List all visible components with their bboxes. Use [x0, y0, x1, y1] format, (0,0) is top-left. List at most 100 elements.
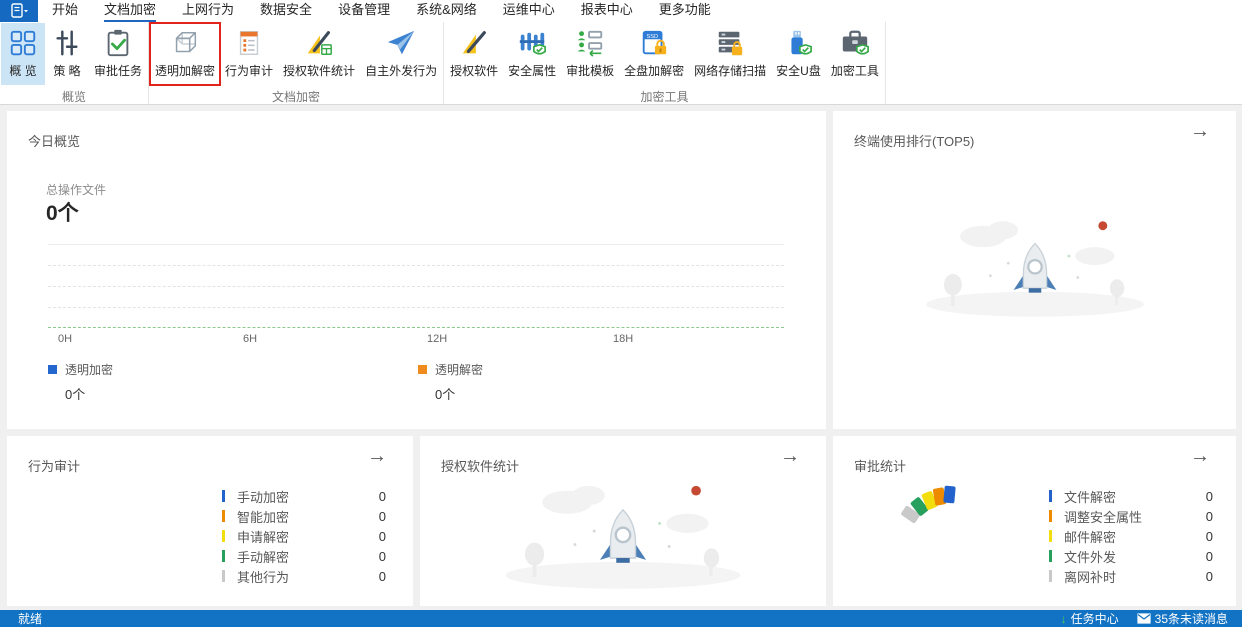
ribbon-button-encryption-tools[interactable]: 加密工具 [826, 23, 884, 85]
ribbon-button-label: 授权软件统计 [283, 62, 355, 79]
ribbon-button-behavior-audit[interactable]: 行为审计 [220, 23, 278, 85]
sliders-icon [50, 26, 84, 60]
svg-text:SSD: SSD [647, 34, 659, 40]
usb-shield-icon [781, 26, 815, 60]
ribbon-button-licensed-software[interactable]: 授权软件 [445, 23, 503, 85]
app-menu-button[interactable] [0, 0, 38, 22]
ribbon-button-secure-usb[interactable]: 安全U盘 [771, 23, 826, 85]
ribbon-button-label: 审批模板 [566, 62, 614, 79]
ribbon-button-approval-tasks[interactable]: 审批任务 [89, 23, 147, 85]
template-list-icon [573, 26, 607, 60]
ribbon-button-approval-template[interactable]: 审批模板 [561, 23, 619, 85]
ribbon-button-self-outgoing-behavior[interactable]: 自主外发行为 [360, 23, 442, 85]
ribbon-button-label: 加密工具 [831, 62, 879, 79]
ribbon-button-transparent-encryption[interactable]: 透明加解密 [150, 23, 220, 85]
x-tick: 6H [243, 333, 257, 345]
ribbon-button-label: 审批任务 [94, 62, 142, 79]
ssd-lock-icon: SSD [637, 26, 671, 60]
legend-transparent-decrypt: 透明解密 0个 [418, 361, 483, 403]
grid-icon [6, 26, 40, 60]
ribbon-button-label: 网络存储扫描 [694, 62, 766, 79]
legend-row: 文件解密0 [1049, 486, 1213, 506]
pencil-ruler-icon [457, 26, 491, 60]
total-files-label: 总操作文件 [46, 181, 106, 198]
ribbon-button-label: 安全U盘 [776, 62, 821, 79]
rocket-empty-state-illustration [919, 209, 1151, 321]
ribbon-button-label: 行为审计 [225, 62, 273, 79]
ribbon-group-label: 文档加密 [150, 85, 442, 108]
legend-row: 文件外发0 [1049, 546, 1213, 566]
ribbon-button-overview[interactable]: 概 览 [1, 23, 45, 85]
arrow-right-icon[interactable]: → [1190, 121, 1210, 141]
tab-start[interactable]: 开始 [52, 0, 78, 22]
ribbon-group-label: 概览 [1, 85, 147, 108]
ribbon-button-security-attributes[interactable]: 安全属性 [503, 23, 561, 85]
ribbon-group-encryption-tools: 授权软件 安全属性 [444, 22, 886, 104]
envelope-icon [1137, 613, 1151, 624]
audit-doc-icon [232, 26, 266, 60]
legend-value: 0个 [435, 384, 483, 403]
task-center-button[interactable]: ↓ 任务中心 [1055, 610, 1125, 627]
panel-approval-stats: 审批统计 → 文件解密0 调整安全属性0 邮件解密0 文件外发0 离网补时0 [833, 436, 1236, 606]
panel-title: 今日概览 [28, 131, 80, 150]
download-arrow-icon: ↓ [1061, 612, 1067, 626]
ribbon-button-label: 全盘加解密 [624, 62, 684, 79]
behavior-audit-legend: 手动加密0 智能加密0 申请解密0 手动解密0 其他行为0 [222, 486, 386, 586]
tab-device-management[interactable]: 设备管理 [338, 0, 390, 22]
panel-title: 审批统计 [854, 456, 906, 475]
panel-licensed-software-stats: 授权软件统计 → [420, 436, 826, 606]
tab-report-center[interactable]: 报表中心 [581, 0, 633, 22]
legend-row: 邮件解密0 [1049, 526, 1213, 546]
ribbon-toolbar: 概 览 策 略 [0, 22, 1242, 105]
panel-title: 行为审计 [28, 456, 80, 475]
ribbon-button-label: 安全属性 [508, 62, 556, 79]
legend-row: 手动解密0 [222, 546, 386, 566]
ribbon-button-label: 授权软件 [450, 62, 498, 79]
arrow-right-icon[interactable]: → [1190, 446, 1210, 466]
journal-icon [9, 3, 29, 19]
tab-ops-center[interactable]: 运维中心 [503, 0, 555, 22]
ribbon-button-network-storage-scan[interactable]: 网络存储扫描 [689, 23, 771, 85]
ribbon-button-label: 策 略 [53, 62, 80, 79]
legend-row: 其他行为0 [222, 566, 386, 586]
tab-doc-encryption[interactable]: 文档加密 [104, 0, 156, 22]
chart-baseline [48, 327, 784, 328]
tab-system-network[interactable]: 系统&网络 [416, 0, 477, 22]
x-tick: 18H [613, 333, 633, 345]
legend-transparent-encrypt: 透明加密 0个 [48, 361, 113, 403]
approval-stats-legend: 文件解密0 调整安全属性0 邮件解密0 文件外发0 离网补时0 [1049, 486, 1213, 586]
x-tick: 0H [58, 333, 72, 345]
panel-terminal-ranking: 终端使用排行(TOP5) → [833, 111, 1236, 429]
total-files-value: 0个 [46, 197, 79, 227]
panel-title: 终端使用排行(TOP5) [854, 131, 974, 150]
pencil-ruler-icon [302, 26, 336, 60]
ribbon-group-doc-encryption: 透明加解密 行为审计 [149, 22, 444, 104]
panel-behavior-audit: 行为审计 → 手动加密0 智能加密0 申请解密0 手动解密0 其他行为0 [7, 436, 413, 606]
menu-bar: 开始 文档加密 上网行为 数据安全 设备管理 系统&网络 运维中心 报表中心 更… [0, 0, 1242, 22]
legend-row: 智能加密0 [222, 506, 386, 526]
unread-messages-button[interactable]: 35条未读消息 [1131, 610, 1234, 627]
arrow-right-icon[interactable]: → [367, 446, 387, 466]
ribbon-button-full-disk-encryption[interactable]: SSD 全盘加解密 [619, 23, 689, 85]
ribbon-button-licensed-software-stats[interactable]: 授权软件统计 [278, 23, 360, 85]
x-tick: 12H [427, 333, 447, 345]
status-bar: 就绪 ↓ 任务中心 35条未读消息 [0, 610, 1242, 627]
legend-row: 调整安全属性0 [1049, 506, 1213, 526]
legend-swatch [418, 365, 427, 374]
status-ready: 就绪 [18, 610, 42, 627]
legend-row: 申请解密0 [222, 526, 386, 546]
tab-more-features[interactable]: 更多功能 [659, 0, 711, 22]
ribbon-button-label: 自主外发行为 [365, 62, 437, 79]
menu-tabs: 开始 文档加密 上网行为 数据安全 设备管理 系统&网络 运维中心 报表中心 更… [52, 0, 711, 22]
legend-value: 0个 [65, 384, 113, 403]
paper-plane-icon [384, 26, 418, 60]
ribbon-group-label: 加密工具 [445, 85, 884, 108]
tab-internet-behavior[interactable]: 上网行为 [182, 0, 234, 22]
cube-icon [168, 26, 202, 60]
legend-row: 离网补时0 [1049, 566, 1213, 586]
fence-shield-icon [515, 26, 549, 60]
tab-data-security[interactable]: 数据安全 [260, 0, 312, 22]
legend-row: 手动加密0 [222, 486, 386, 506]
arrow-right-icon[interactable]: → [780, 446, 800, 466]
ribbon-button-policy[interactable]: 策 略 [45, 23, 89, 85]
